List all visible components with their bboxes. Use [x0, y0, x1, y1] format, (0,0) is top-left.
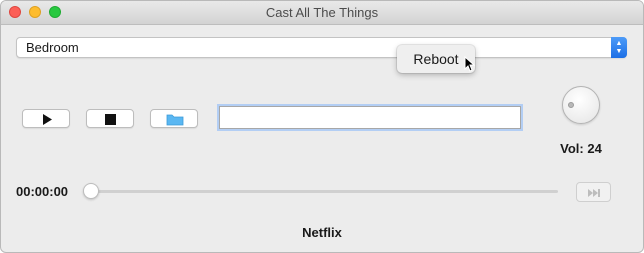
skip-next-icon — [588, 189, 600, 197]
stop-icon — [105, 114, 116, 125]
folder-icon — [166, 114, 184, 126]
volume-label: Vol: 24 — [560, 141, 602, 156]
seek-slider[interactable] — [83, 183, 558, 199]
play-button[interactable] — [22, 109, 70, 128]
skip-next-button[interactable] — [576, 182, 611, 202]
url-input[interactable] — [219, 106, 521, 129]
elapsed-time: 00:00:00 — [16, 184, 69, 199]
status-text: Netflix — [302, 225, 342, 240]
volume-knob-indicator — [568, 102, 574, 108]
device-select-value: Bedroom — [26, 40, 79, 55]
chevron-updown-icon[interactable]: ▲ ▼ — [611, 37, 627, 58]
volume-knob[interactable] — [562, 86, 600, 124]
play-icon — [43, 114, 52, 125]
window-title: Cast All The Things — [265, 5, 379, 20]
mouse-pointer-icon — [464, 56, 476, 72]
seek-slider-thumb[interactable] — [83, 183, 99, 199]
device-select[interactable]: Bedroom ▲ ▼ — [16, 37, 627, 58]
stop-button[interactable] — [86, 109, 134, 128]
app-window: Cast All The Things Bedroom ▲ ▼ Vol: 24 0… — [0, 0, 644, 253]
title-bar: Cast All The Things — [1, 1, 643, 25]
open-folder-button[interactable] — [150, 109, 198, 128]
